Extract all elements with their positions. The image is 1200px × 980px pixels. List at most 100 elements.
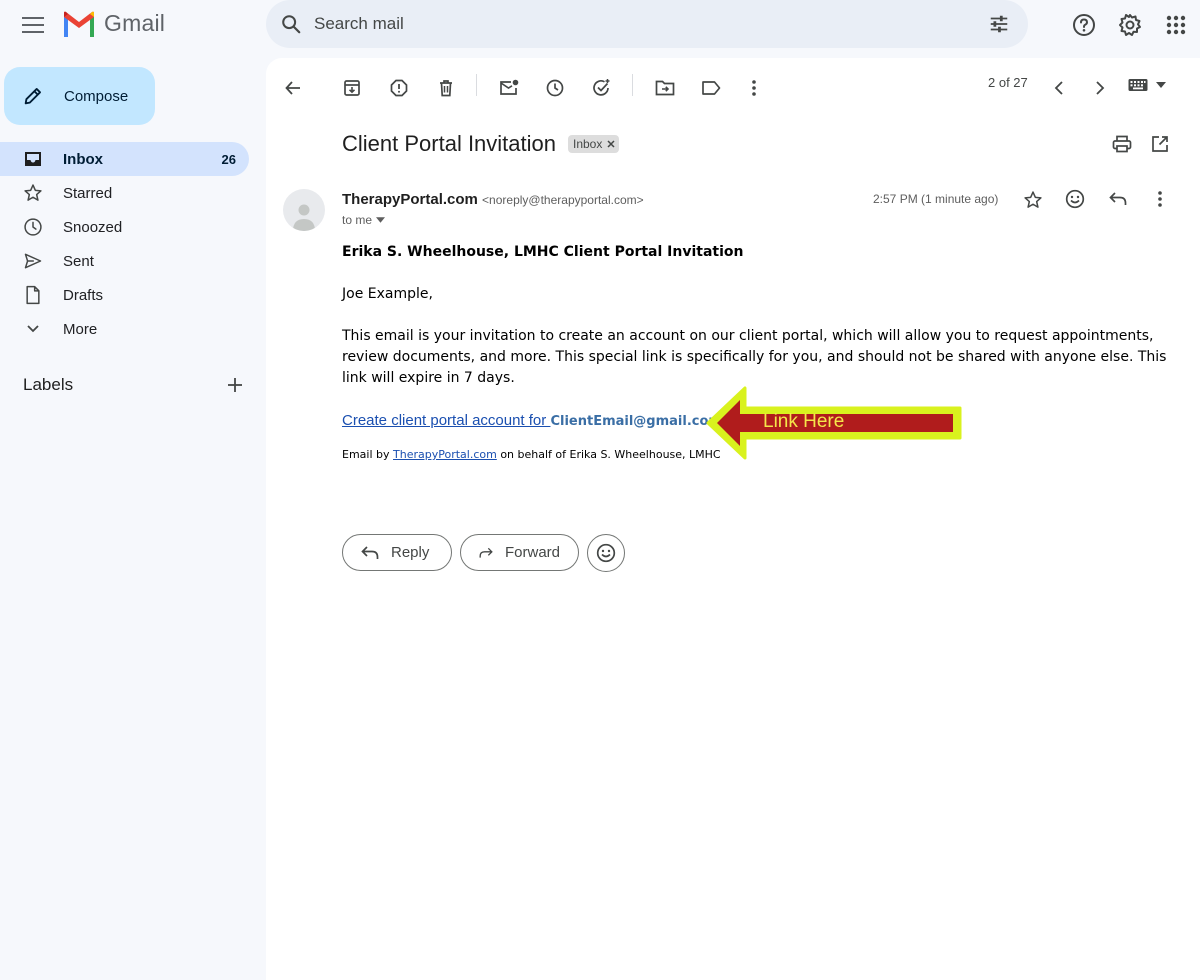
- caret-down-icon: [1156, 82, 1166, 88]
- gmail-m-icon: [64, 11, 94, 37]
- unread-count: 26: [221, 151, 236, 167]
- delete-button[interactable]: [428, 70, 464, 106]
- move-to-button[interactable]: [647, 70, 683, 106]
- subject-row: Client Portal Invitation Inbox: [342, 131, 620, 157]
- archive-icon: [344, 80, 360, 96]
- sidebar-item-label: Snoozed: [63, 218, 123, 236]
- snooze-button[interactable]: [537, 70, 573, 106]
- newer-button[interactable]: [1041, 70, 1077, 106]
- sidebar-item-more[interactable]: More: [0, 312, 249, 346]
- help-icon: [1073, 14, 1095, 36]
- chevron-right-icon: [1096, 81, 1105, 95]
- therapyportal-link[interactable]: TherapyPortal.com: [393, 448, 497, 461]
- more-actions-button[interactable]: [736, 70, 772, 106]
- add-label-icon[interactable]: [227, 377, 243, 393]
- forward-button[interactable]: Forward: [460, 534, 579, 571]
- emoji-icon: [596, 543, 616, 563]
- sidebar-nav: Inbox 26 Starred Snoozed Sent Drafts Mor…: [0, 142, 249, 346]
- toolbar-divider: [476, 74, 477, 96]
- forward-label: Forward: [504, 544, 560, 561]
- pagination-text: 2 of 27: [988, 75, 1028, 90]
- sidebar-item-label: Sent: [63, 252, 94, 270]
- open-in-new-icon: [1152, 136, 1168, 152]
- report-spam-button[interactable]: [381, 70, 417, 106]
- reply-label: Reply: [391, 544, 430, 561]
- app-name: Gmail: [104, 10, 166, 36]
- label-icon: [702, 81, 721, 95]
- gmail-logo[interactable]: Gmail: [62, 10, 165, 37]
- emoji-icon: [1065, 189, 1085, 209]
- chevron-left-icon: [1054, 81, 1063, 95]
- sidebar-item-label: More: [63, 320, 98, 338]
- star-icon: [24, 184, 42, 201]
- caret-down-icon: [376, 217, 386, 223]
- add-to-tasks-button[interactable]: [584, 70, 620, 106]
- reply-icon: [361, 545, 379, 559]
- footer-suffix: on behalf of Erika S. Wheelhouse, LMHC: [496, 448, 721, 461]
- clock-icon: [546, 79, 564, 97]
- support-button[interactable]: [1064, 5, 1104, 45]
- mail-dot-icon: [500, 79, 519, 95]
- reply-button[interactable]: Reply: [342, 534, 452, 571]
- input-tools-button[interactable]: [1128, 78, 1166, 92]
- back-button[interactable]: [275, 70, 311, 106]
- pencil-icon: [24, 88, 41, 105]
- folder-move-icon: [655, 80, 675, 96]
- sender-name[interactable]: TherapyPortal.com: [342, 191, 478, 208]
- emoji-reaction-button[interactable]: [587, 534, 625, 572]
- sidebar-item-drafts[interactable]: Drafts: [0, 278, 249, 312]
- arrow-back-icon: [285, 81, 300, 95]
- person-icon: [293, 204, 315, 231]
- footer-prefix: Email by: [342, 448, 394, 461]
- search-bar[interactable]: [266, 0, 1028, 48]
- star-button[interactable]: [1015, 182, 1051, 218]
- star-icon: [1024, 191, 1042, 208]
- sender-email: <noreply@therapyportal.com>: [482, 193, 644, 207]
- labels-section-header: Labels: [23, 375, 243, 395]
- keyboard-icon: [1128, 79, 1148, 91]
- recipient-text: to me: [342, 213, 373, 227]
- send-icon: [24, 253, 42, 269]
- older-button[interactable]: [1082, 70, 1118, 106]
- trash-icon: [440, 80, 452, 97]
- message-timestamp: 2:57 PM (1 minute ago): [873, 192, 999, 206]
- add-reaction-button[interactable]: [1057, 181, 1093, 217]
- search-input[interactable]: [314, 14, 988, 34]
- email-heading: Erika S. Wheelhouse, LMHC Client Portal …: [342, 244, 744, 260]
- sidebar-item-label: Drafts: [63, 286, 104, 304]
- labels-title: Labels: [23, 375, 74, 394]
- toolbar-divider: [632, 74, 633, 96]
- new-window-button[interactable]: [1142, 126, 1178, 162]
- inbox-icon: [25, 152, 41, 166]
- search-icon: [282, 15, 301, 34]
- compose-label: Compose: [64, 87, 129, 105]
- sidebar-item-inbox[interactable]: Inbox 26: [0, 142, 249, 176]
- sender-avatar[interactable]: [283, 189, 325, 231]
- create-account-link[interactable]: Create client portal account for: [342, 412, 550, 429]
- recipient-details[interactable]: to me: [342, 213, 386, 227]
- client-email-text[interactable]: ClientEmail@gmail.com: [550, 414, 722, 429]
- sidebar-item-sent[interactable]: Sent: [0, 244, 249, 278]
- sidebar-item-starred[interactable]: Starred: [0, 176, 249, 210]
- close-icon[interactable]: [607, 140, 615, 148]
- sidebar-item-snoozed[interactable]: Snoozed: [0, 210, 249, 244]
- clock-icon: [24, 218, 42, 236]
- more-vertical-icon: [752, 80, 756, 96]
- compose-button[interactable]: Compose: [4, 67, 155, 125]
- main-menu-button[interactable]: [14, 6, 52, 44]
- sender-info: TherapyPortal.com <noreply@therapyportal…: [342, 191, 644, 208]
- reply-icon-button[interactable]: [1100, 181, 1136, 217]
- search-options-icon[interactable]: [988, 13, 1010, 35]
- apps-grid-icon: [1166, 15, 1186, 35]
- settings-button[interactable]: [1110, 5, 1150, 45]
- gear-icon: [1119, 14, 1141, 36]
- report-icon: [390, 79, 408, 97]
- message-more-button[interactable]: [1142, 181, 1178, 217]
- add-task-icon: [593, 79, 610, 96]
- mark-unread-button[interactable]: [491, 70, 527, 106]
- labels-button[interactable]: [693, 70, 729, 106]
- apps-button[interactable]: [1156, 5, 1196, 45]
- print-all-button[interactable]: [1104, 126, 1140, 162]
- subject-title: Client Portal Invitation: [342, 131, 556, 156]
- archive-button[interactable]: [334, 70, 370, 106]
